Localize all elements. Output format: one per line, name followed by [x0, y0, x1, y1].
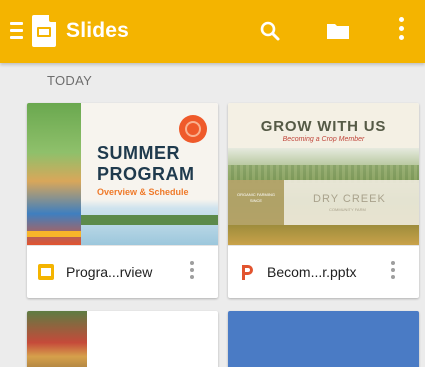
file-more-icon[interactable] [389, 261, 397, 283]
app-title: Slides [66, 19, 130, 42]
search-icon[interactable] [259, 20, 281, 42]
file-thumbnail[interactable]: GROW WITH US Becoming a Crop Member ORGA… [228, 103, 419, 245]
logo-badge-icon [179, 115, 207, 143]
file-name[interactable]: Becom...r.pptx [267, 264, 356, 280]
file-card-footer: Becom...r.pptx [228, 245, 419, 298]
thumbnail-title-line2: PROGRAM [97, 164, 195, 184]
thumbnail-box-text: ORGANIC FARMING SINCE [236, 192, 275, 203]
file-more-icon[interactable] [188, 261, 196, 283]
thumbnail-brand-sub: COMMUNITY FARM [329, 207, 366, 212]
file-thumbnail[interactable] [228, 311, 419, 367]
menu-icon[interactable] [10, 22, 23, 40]
file-card-summer-program[interactable]: SUMMER PROGRAM Overview & Schedule Progr… [27, 103, 218, 298]
thumbnail-title-line1: SUMMER [97, 143, 180, 163]
section-label-today: TODAY [47, 73, 93, 88]
file-card-vegetables[interactable] [27, 311, 218, 367]
slides-app-screen: Slides TODAY SUMMER PROGRAM Overview & S… [0, 0, 425, 367]
more-vert-icon[interactable] [396, 17, 406, 43]
thumbnail-subtitle: Overview & Schedule [97, 187, 189, 197]
app-bar: Slides [0, 0, 425, 63]
slides-logo-icon [32, 15, 56, 47]
thumbnail-title: GROW WITH US [260, 118, 387, 135]
file-thumbnail[interactable]: SUMMER PROGRAM Overview & Schedule [27, 103, 218, 245]
google-slides-icon [37, 263, 55, 281]
thumbnail-subtitle: Becoming a Crop Member [282, 136, 365, 143]
file-name[interactable]: Progra...rview [66, 264, 152, 280]
file-thumbnail[interactable] [27, 311, 87, 367]
folder-icon[interactable] [326, 22, 350, 40]
file-card-becoming-member[interactable]: GROW WITH US Becoming a Crop Member ORGA… [228, 103, 419, 298]
file-card-footer: Progra...rview [27, 245, 218, 298]
thumbnail-brand: DRY CREEK [313, 193, 386, 205]
powerpoint-icon [238, 263, 256, 281]
photo-collage [27, 103, 81, 245]
file-card-blue[interactable] [228, 311, 419, 367]
